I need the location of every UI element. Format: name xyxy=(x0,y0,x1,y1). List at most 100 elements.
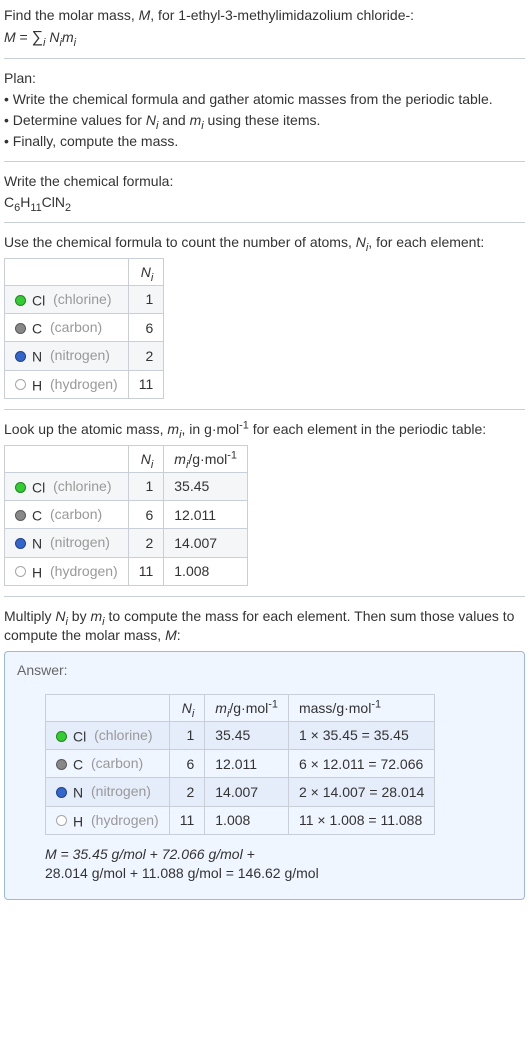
element-swatch-icon xyxy=(15,482,26,493)
cell-n: 11 xyxy=(128,557,164,585)
divider xyxy=(4,161,525,162)
element-name: (carbon) xyxy=(83,755,143,771)
element-swatch-icon xyxy=(15,510,26,521)
answer-table: Nimi/g·mol-1mass/g·mol-1Cl (chlorine)135… xyxy=(45,694,435,835)
answer-box: Answer: Nimi/g·mol-1mass/g·mol-1Cl (chlo… xyxy=(4,651,525,900)
element-name: (chlorine) xyxy=(45,478,111,494)
chemical-formula: C6H11ClN2 xyxy=(4,193,525,212)
element-symbol: N xyxy=(32,536,42,552)
cell-n: 6 xyxy=(128,501,164,529)
table-row: H (hydrogen) 111.00811 × 1.008 = 11.088 xyxy=(46,806,435,834)
cell-mass: 2 × 14.007 = 28.014 xyxy=(288,778,434,806)
element-name: (hydrogen) xyxy=(42,563,118,579)
cell-n: 1 xyxy=(128,472,164,500)
element-symbol: N xyxy=(32,349,42,365)
element-symbol: H xyxy=(32,377,42,393)
table-row: C (carbon) 612.0116 × 12.011 = 72.066 xyxy=(46,750,435,778)
answer-result-line2: 28.014 g/mol + 11.088 g/mol = 146.62 g/m… xyxy=(45,865,319,881)
cell-n: 1 xyxy=(169,721,205,749)
divider xyxy=(4,222,525,223)
element-symbol: Cl xyxy=(32,292,45,308)
cell-n: 6 xyxy=(128,314,164,342)
table-row: N (nitrogen) 214.0072 × 14.007 = 28.014 xyxy=(46,778,435,806)
table-row: Cl (chlorine) 1 xyxy=(5,285,164,313)
divider xyxy=(4,58,525,59)
plan-item: • Determine values for Ni and mi using t… xyxy=(4,111,525,130)
cell-m: 12.011 xyxy=(205,750,289,778)
cell-m: 35.45 xyxy=(164,472,248,500)
answer-title: Answer: xyxy=(17,662,512,678)
cell-n: 11 xyxy=(128,370,164,398)
divider xyxy=(4,409,525,410)
cell-n: 6 xyxy=(169,750,205,778)
table-row: Cl (chlorine) 135.45 xyxy=(5,472,248,500)
masses-prompt: Look up the atomic mass, mi, in g·mol-1 … xyxy=(4,420,525,439)
plan-item: • Finally, compute the mass. xyxy=(4,132,525,151)
element-symbol: H xyxy=(73,813,83,829)
element-name: (nitrogen) xyxy=(42,534,110,550)
element-swatch-icon xyxy=(15,323,26,334)
element-name: (nitrogen) xyxy=(42,347,110,363)
intro-formula: M = ∑i Nimi xyxy=(4,27,525,49)
element-swatch-icon xyxy=(56,815,67,826)
element-symbol: C xyxy=(32,507,42,523)
intro-var-m: M xyxy=(139,7,151,23)
plan-title: Plan: xyxy=(4,69,525,88)
element-swatch-icon xyxy=(15,538,26,549)
intro-line: Find the molar mass, M, for 1-ethyl-3-me… xyxy=(4,6,525,25)
element-swatch-icon xyxy=(56,731,67,742)
element-symbol: C xyxy=(73,756,83,772)
element-swatch-icon xyxy=(56,759,67,770)
cell-n: 1 xyxy=(128,285,164,313)
cell-m: 1.008 xyxy=(164,557,248,585)
element-name: (chlorine) xyxy=(86,727,152,743)
element-name: (carbon) xyxy=(42,506,102,522)
element-symbol: C xyxy=(32,320,42,336)
element-swatch-icon xyxy=(56,787,67,798)
cell-m: 1.008 xyxy=(205,806,289,834)
element-name: (hydrogen) xyxy=(42,376,118,392)
cell-mass: 11 × 1.008 = 11.088 xyxy=(288,806,434,834)
cell-m: 12.011 xyxy=(164,501,248,529)
element-name: (nitrogen) xyxy=(83,783,151,799)
plan-item: • Write the chemical formula and gather … xyxy=(4,90,525,109)
table-row: C (carbon) 612.011 xyxy=(5,501,248,529)
table-row: H (hydrogen) 111.008 xyxy=(5,557,248,585)
cell-m: 14.007 xyxy=(205,778,289,806)
element-symbol: H xyxy=(32,564,42,580)
table-row: Cl (chlorine) 135.451 × 35.45 = 35.45 xyxy=(46,721,435,749)
cell-n: 2 xyxy=(128,529,164,557)
table-row: H (hydrogen) 11 xyxy=(5,370,164,398)
cell-n: 11 xyxy=(169,806,205,834)
intro-text-post: , for 1-ethyl-3-methylimidazolium chlori… xyxy=(150,7,414,23)
element-swatch-icon xyxy=(15,295,26,306)
answer-result-line1: M = 35.45 g/mol + 72.066 g/mol + xyxy=(45,846,255,862)
cell-n: 2 xyxy=(169,778,205,806)
cell-n: 2 xyxy=(128,342,164,370)
plan-list: • Write the chemical formula and gather … xyxy=(4,90,525,151)
table-row: N (nitrogen) 214.007 xyxy=(5,529,248,557)
element-symbol: N xyxy=(73,785,83,801)
intro-text-pre: Find the molar mass, xyxy=(4,7,139,23)
formula-prompt: Write the chemical formula: xyxy=(4,172,525,191)
divider xyxy=(4,596,525,597)
table-row: C (carbon) 6 xyxy=(5,314,164,342)
element-swatch-icon xyxy=(15,351,26,362)
atomic-mass-table: Nimi/g·mol-1Cl (chlorine)135.45C (carbon… xyxy=(4,445,248,586)
answer-result: M = 35.45 g/mol + 72.066 g/mol + 28.014 … xyxy=(45,845,512,883)
element-name: (carbon) xyxy=(42,319,102,335)
element-swatch-icon xyxy=(15,379,26,390)
element-symbol: Cl xyxy=(73,728,86,744)
element-symbol: Cl xyxy=(32,479,45,495)
cell-mass: 1 × 35.45 = 35.45 xyxy=(288,721,434,749)
multiply-prompt: Multiply Ni by mi to compute the mass fo… xyxy=(4,607,525,645)
cell-m: 35.45 xyxy=(205,721,289,749)
element-name: (hydrogen) xyxy=(83,812,159,828)
cell-m: 14.007 xyxy=(164,529,248,557)
atom-count-table: NiCl (chlorine)1C (carbon)6N (nitrogen)2… xyxy=(4,258,164,399)
table-row: N (nitrogen) 2 xyxy=(5,342,164,370)
element-name: (chlorine) xyxy=(45,291,111,307)
counts-prompt: Use the chemical formula to count the nu… xyxy=(4,233,525,252)
cell-mass: 6 × 12.011 = 72.066 xyxy=(288,750,434,778)
element-swatch-icon xyxy=(15,566,26,577)
